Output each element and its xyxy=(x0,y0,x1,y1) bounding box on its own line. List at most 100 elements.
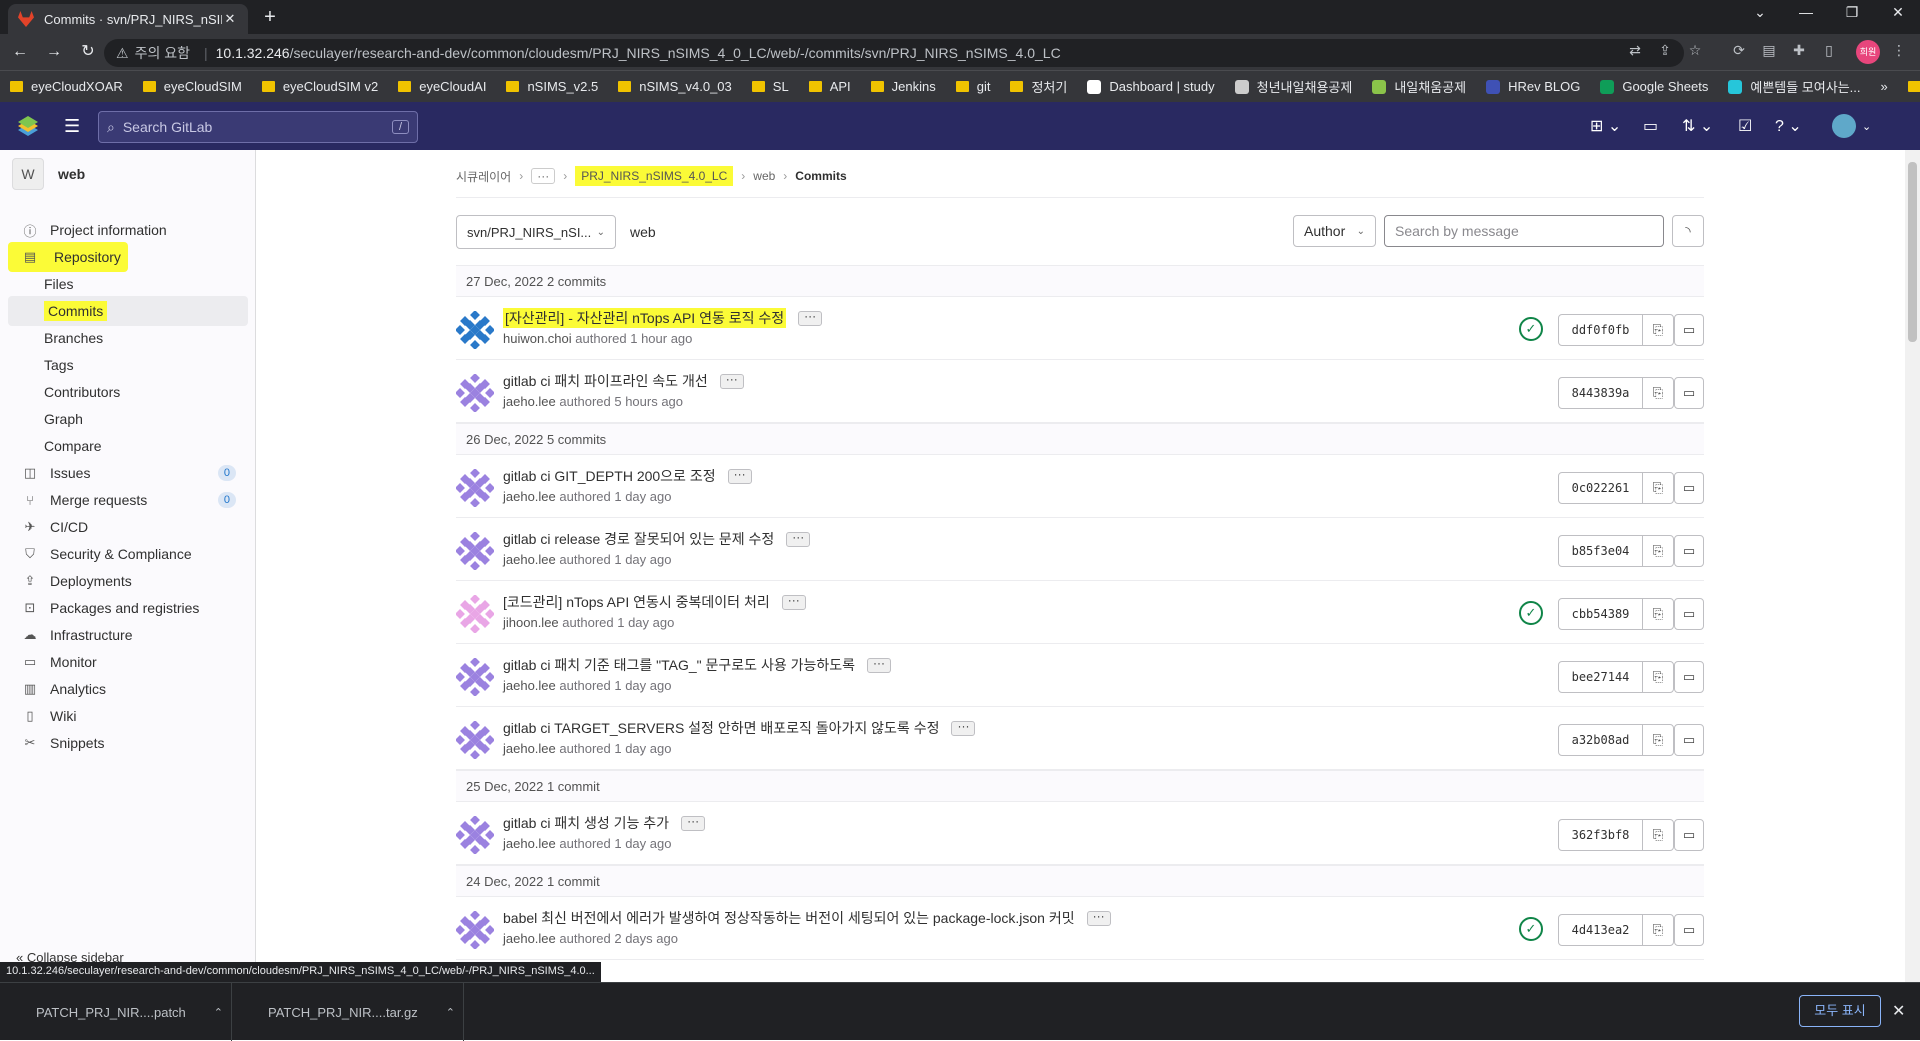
sidebar-item-tags[interactable]: Tags xyxy=(8,350,248,380)
sidebar-item-merge-requests[interactable]: ⑂ Merge requests 0 xyxy=(8,485,248,515)
commit-sha-button[interactable]: b85f3e04 xyxy=(1558,535,1643,567)
sidebar-item-wiki[interactable]: ▯ Wiki xyxy=(8,701,248,731)
author-avatar[interactable] xyxy=(456,469,494,507)
chevron-up-icon[interactable]: ⌃ xyxy=(446,1006,455,1019)
sidebar-item-ci-cd[interactable]: ✈ CI/CD xyxy=(8,512,248,542)
bookmark-item[interactable]: API xyxy=(808,79,851,94)
reload-button[interactable]: ↻ xyxy=(74,38,102,66)
tab-search-icon[interactable]: ⌄ xyxy=(1740,4,1780,21)
commit-title-link[interactable]: babel 최신 버전에서 에러가 발생하여 정상작동하는 버전이 세팅되어 있… xyxy=(503,908,1075,928)
bookmark-item[interactable]: Google Sheets xyxy=(1600,79,1708,94)
copy-sha-icon[interactable]: ⎘ xyxy=(1642,724,1674,756)
expand-description-button[interactable]: ··· xyxy=(727,468,752,484)
bookmark-item[interactable]: 정처기 xyxy=(1010,77,1067,96)
commit-author-link[interactable]: jaeho.lee xyxy=(503,931,556,946)
breadcrumb-repo[interactable]: web xyxy=(753,169,775,183)
copy-sha-icon[interactable]: ⎘ xyxy=(1642,377,1674,409)
project-header[interactable]: W web xyxy=(12,158,85,190)
commit-time[interactable]: 1 day ago xyxy=(614,552,671,567)
commit-title-link[interactable]: gitlab ci TARGET_SERVERS 설정 안하면 배포로직 돌아가… xyxy=(503,718,939,738)
breadcrumb-more-button[interactable]: ··· xyxy=(531,168,556,184)
commit-author-link[interactable]: jaeho.lee xyxy=(503,552,556,567)
expand-description-button[interactable]: ··· xyxy=(867,657,892,673)
back-button[interactable]: ← xyxy=(6,38,34,66)
translate-icon[interactable]: ⇄ xyxy=(1624,42,1646,59)
expand-description-button[interactable]: ··· xyxy=(798,310,823,326)
breadcrumb-project[interactable]: PRJ_NIRS_nSIMS_4.0_LC xyxy=(575,166,734,186)
commit-time[interactable]: 2 days ago xyxy=(614,931,678,946)
commit-title-link[interactable]: gitlab ci 패치 생성 기능 추가 xyxy=(503,813,669,833)
address-bar[interactable]: ⚠ 주의 요함 | 10.1.32.246/seculayer/research… xyxy=(104,39,1684,67)
bookmark-item[interactable]: 청년내일채용공제 xyxy=(1234,77,1352,96)
copy-sha-icon[interactable]: ⎘ xyxy=(1642,819,1674,851)
bookmark-item[interactable]: git xyxy=(955,79,990,94)
expand-description-button[interactable]: ··· xyxy=(951,720,976,736)
sidebar-item-project-information[interactable]: ⓘ Project information xyxy=(8,215,248,245)
show-all-downloads-button[interactable]: 모두 표시 xyxy=(1799,995,1881,1027)
commit-title-link[interactable]: gitlab ci GIT_DEPTH 200으로 조정 xyxy=(503,466,716,486)
copy-sha-icon[interactable]: ⎘ xyxy=(1642,472,1674,504)
expand-description-button[interactable]: ··· xyxy=(1086,910,1111,926)
bookmarks-overflow-button[interactable]: » xyxy=(1881,79,1888,94)
commit-author-link[interactable]: jaeho.lee xyxy=(503,489,556,504)
browser-tab[interactable]: Commits · svn/PRJ_NIRS_nSIMS_4.0_LC · we… xyxy=(8,4,248,34)
breadcrumb-current[interactable]: Commits xyxy=(795,169,846,183)
close-downloads-bar-icon[interactable]: ✕ xyxy=(1892,1001,1905,1021)
issues-icon[interactable]: ▭ xyxy=(1643,116,1658,136)
expand-description-button[interactable]: ··· xyxy=(781,594,806,610)
forward-button[interactable]: → xyxy=(40,38,68,66)
browse-files-icon[interactable]: ▭ xyxy=(1674,661,1704,693)
commit-sha-button[interactable]: a32b08ad xyxy=(1558,724,1643,756)
sidebar-item-analytics[interactable]: ▥ Analytics xyxy=(8,674,248,704)
expand-description-button[interactable]: ··· xyxy=(786,531,811,547)
bookmark-item[interactable]: nSIMS_v2.5 xyxy=(506,79,598,94)
commit-sha-button[interactable]: 8443839a xyxy=(1558,377,1643,409)
author-avatar[interactable] xyxy=(456,595,494,633)
commit-sha-button[interactable]: bee27144 xyxy=(1558,661,1643,693)
menu-icon[interactable]: ⋮ xyxy=(1888,42,1910,59)
copy-sha-icon[interactable]: ⎘ xyxy=(1642,535,1674,567)
maximize-button[interactable]: ❐ xyxy=(1832,4,1872,21)
commit-author-link[interactable]: jihoon.lee xyxy=(503,615,559,630)
sidebar-item-monitor[interactable]: ▭ Monitor xyxy=(8,647,248,677)
scrollbar-thumb[interactable] xyxy=(1908,162,1917,342)
copy-sha-icon[interactable]: ⎘ xyxy=(1642,314,1674,346)
expand-description-button[interactable]: ··· xyxy=(681,815,706,831)
bookmark-item[interactable]: eyeCloudAI xyxy=(398,79,486,94)
pipeline-passed-icon[interactable]: ✓ xyxy=(1519,601,1543,625)
gitlab-search-input[interactable]: ⌕ Search GitLab / xyxy=(98,111,418,143)
bookmark-item[interactable]: Dashboard | study xyxy=(1087,79,1215,94)
user-avatar[interactable] xyxy=(1832,114,1856,138)
commit-title-link[interactable]: [자산관리] - 자산관리 nTops API 연동 로직 수정 xyxy=(503,308,787,328)
close-window-button[interactable]: ✕ xyxy=(1878,4,1918,21)
copy-sha-icon[interactable]: ⎘ xyxy=(1642,914,1674,946)
bookmark-item[interactable]: nSIMS_v4.0_03 xyxy=(618,79,732,94)
browse-files-icon[interactable]: ▭ xyxy=(1674,377,1704,409)
author-filter-dropdown[interactable]: Author ⌄ xyxy=(1293,215,1376,247)
extension-icon[interactable]: ⟳ xyxy=(1728,42,1750,59)
sidebar-item-files[interactable]: Files xyxy=(8,269,248,299)
sidebar-item-compare[interactable]: Compare xyxy=(8,431,248,461)
browse-files-icon[interactable]: ▭ xyxy=(1674,914,1704,946)
browse-files-icon[interactable]: ▭ xyxy=(1674,598,1704,630)
sidebar-item-deployments[interactable]: ⇪ Deployments xyxy=(8,566,248,596)
commit-time[interactable]: 1 day ago xyxy=(614,489,671,504)
commit-time[interactable]: 1 day ago xyxy=(614,741,671,756)
search-by-message-input[interactable] xyxy=(1384,215,1664,247)
author-avatar[interactable] xyxy=(456,658,494,696)
branch-selector[interactable]: svn/PRJ_NIRS_nSI... ⌄ xyxy=(456,215,616,249)
rss-feed-button[interactable]: ◝ xyxy=(1672,215,1704,247)
bookmark-item[interactable]: 내일채움공제 xyxy=(1372,77,1466,96)
author-avatar[interactable] xyxy=(456,911,494,949)
merge-requests-icon[interactable]: ⇅ ⌄ xyxy=(1682,116,1713,136)
bookmark-item[interactable]: Jenkins xyxy=(870,79,936,94)
commit-sha-button[interactable]: 4d413ea2 xyxy=(1558,914,1643,946)
commit-title-link[interactable]: gitlab ci release 경로 잘못되어 있는 문제 수정 xyxy=(503,529,774,549)
warning-icon[interactable]: ⚠ xyxy=(116,45,129,62)
commit-time[interactable]: 1 day ago xyxy=(614,678,671,693)
commit-author-link[interactable]: jaeho.lee xyxy=(503,741,556,756)
gitlab-logo-icon[interactable] xyxy=(16,116,40,136)
author-avatar[interactable] xyxy=(456,311,494,349)
share-icon[interactable]: ⇪ xyxy=(1654,42,1676,59)
commit-author-link[interactable]: jaeho.lee xyxy=(503,836,556,851)
